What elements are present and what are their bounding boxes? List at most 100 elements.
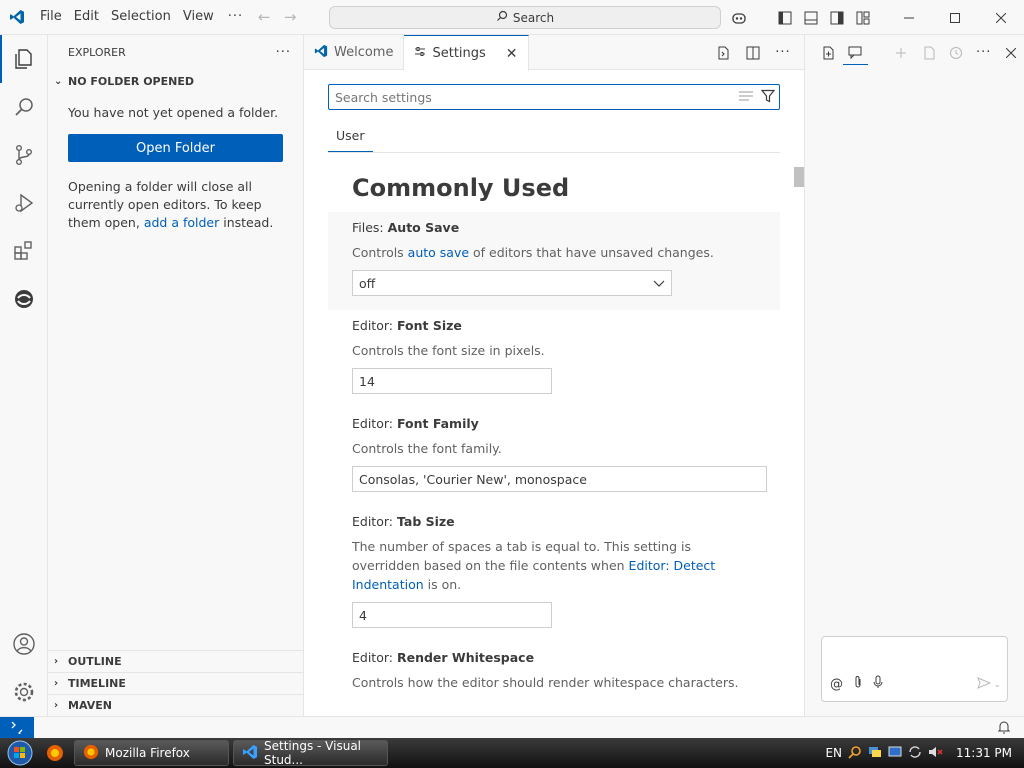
split-editor-icon[interactable] — [740, 42, 766, 64]
command-center-search[interactable]: Search — [329, 6, 721, 29]
settings-list[interactable]: Commonly Used Files: Auto Save Controls … — [328, 160, 780, 720]
menu-selection[interactable]: Selection — [105, 6, 177, 28]
extensions-icon[interactable] — [0, 227, 48, 275]
forward-arrow-icon[interactable]: → — [277, 8, 303, 26]
filter-icon[interactable] — [760, 89, 776, 106]
notifications-bell-icon[interactable] — [997, 720, 1011, 738]
add-folder-link[interactable]: add a folder — [144, 215, 219, 230]
tab-size-input[interactable]: 4 — [352, 602, 552, 628]
setting-desc-prefix: Controls — [352, 245, 408, 260]
section-label: MAVEN — [68, 699, 112, 712]
setting-render-whitespace: Editor: Render Whitespace Controls how t… — [328, 642, 780, 714]
open-settings-json-icon[interactable] — [710, 42, 736, 64]
volume-muted-icon[interactable] — [928, 745, 944, 762]
section-title: NO FOLDER OPENED — [68, 74, 194, 88]
close-window-button[interactable] — [978, 0, 1024, 35]
vscode-logo-icon — [242, 744, 258, 763]
system-tray: EN 11:31 PM — [825, 738, 1024, 768]
history-icon[interactable] — [943, 41, 969, 65]
setting-auto-save: Files: Auto Save Controls auto save of e… — [328, 212, 780, 310]
more-actions-icon[interactable]: ··· — [971, 41, 997, 65]
source-control-icon[interactable] — [0, 131, 48, 179]
explorer-icon[interactable] — [0, 35, 48, 83]
chevron-down-icon: ⌄ — [54, 75, 63, 87]
setting-category: Editor: — [352, 514, 397, 529]
setting-tab-size: Editor: Tab Size The number of spaces a … — [328, 506, 780, 642]
close-panel-icon[interactable] — [998, 41, 1024, 65]
toggle-secondary-sidebar-icon[interactable] — [824, 7, 850, 29]
start-button-icon[interactable] — [0, 738, 40, 768]
copilot-icon[interactable] — [726, 7, 752, 29]
manage-gear-icon[interactable] — [0, 668, 48, 716]
language-indicator[interactable]: EN — [825, 746, 842, 760]
customize-layout-icon[interactable] — [850, 7, 876, 29]
sync-icon[interactable] — [908, 745, 922, 762]
setting-name: Auto Save — [387, 220, 460, 235]
attach-paperclip-icon[interactable] — [853, 675, 863, 693]
editor-tabs: Welcome Settings ✕ ··· — [304, 35, 804, 71]
auto-save-dropdown[interactable]: off — [352, 270, 672, 296]
menu-more[interactable]: ··· — [220, 6, 251, 28]
toggle-primary-sidebar-icon[interactable] — [772, 7, 798, 29]
run-debug-icon[interactable] — [0, 179, 48, 227]
timeline-section-header[interactable]: › TIMELINE — [48, 672, 303, 694]
tab-settings[interactable]: Settings ✕ — [404, 35, 529, 71]
chevron-right-icon: › — [54, 700, 59, 711]
auto-save-link[interactable]: auto save — [408, 245, 469, 260]
add-icon[interactable] — [888, 41, 914, 65]
setting-font-family: Editor: Font Family Controls the font fa… — [328, 408, 780, 506]
folder-info-text: Opening a folder will close all currentl… — [68, 178, 283, 232]
section-label: TIMELINE — [68, 677, 126, 690]
accounts-icon[interactable] — [0, 620, 48, 668]
group-title: Commonly Used — [352, 174, 570, 202]
setting-desc-suffix: of editors that have unsaved changes. — [469, 245, 714, 260]
outline-section-header[interactable]: › OUTLINE — [48, 650, 303, 672]
open-folder-button[interactable]: Open Folder — [68, 134, 283, 162]
font-family-input[interactable]: Consolas, 'Courier New', monospace — [352, 466, 767, 492]
menu-file[interactable]: File — [34, 6, 68, 28]
back-arrow-icon[interactable]: ← — [251, 8, 277, 26]
setting-font-size: Editor: Font Size Controls the font size… — [328, 310, 780, 408]
minimize-button[interactable] — [886, 0, 932, 35]
setting-category: Editor: — [352, 318, 397, 333]
section-label: OUTLINE — [68, 655, 122, 668]
network-icon[interactable] — [868, 745, 882, 762]
taskbar-firefox[interactable]: Mozilla Firefox — [74, 740, 229, 766]
firefox-quicklaunch-icon[interactable] — [40, 744, 70, 762]
chat-icon[interactable] — [842, 41, 869, 65]
search-tray-icon[interactable] — [848, 745, 862, 762]
taskbar-vscode[interactable]: Settings - Visual Stud... — [233, 739, 388, 767]
chevron-down-icon — [653, 276, 665, 291]
send-icon[interactable] — [977, 677, 992, 693]
search-settings-input[interactable]: Search settings — [328, 84, 780, 110]
edit-file-icon[interactable] — [916, 41, 942, 65]
explorer-sidebar: EXPLORER ··· ⌄ NO FOLDER OPENED You have… — [48, 35, 304, 716]
search-view-icon[interactable] — [0, 83, 48, 131]
chevron-down-icon[interactable]: ⌄ — [993, 680, 1001, 690]
toggle-panel-icon[interactable] — [798, 7, 824, 29]
title-bar: File Edit Selection View ··· ← → Search — [0, 0, 1024, 35]
clock[interactable]: 11:31 PM — [956, 746, 1012, 760]
menu-view[interactable]: View — [177, 6, 220, 28]
clear-filter-list-icon[interactable] — [739, 90, 753, 105]
maven-section-header[interactable]: › MAVEN — [48, 694, 303, 716]
microphone-icon[interactable] — [873, 675, 883, 693]
settings-scrollbar[interactable] — [794, 167, 804, 187]
no-folder-section-header[interactable]: ⌄ NO FOLDER OPENED — [48, 70, 303, 92]
font-size-input[interactable]: 14 — [352, 368, 552, 394]
remote-explorer-icon[interactable] — [0, 275, 48, 323]
chat-input-box[interactable]: @ ⌄ — [821, 636, 1008, 702]
maximize-button[interactable] — [932, 0, 978, 35]
chevron-right-icon: › — [54, 656, 59, 667]
more-actions-icon[interactable]: ··· — [770, 42, 796, 64]
close-tab-icon[interactable]: ✕ — [506, 46, 518, 62]
menu-edit[interactable]: Edit — [68, 6, 105, 28]
tab-user-settings[interactable]: User — [328, 122, 373, 152]
sidebar-more-actions[interactable]: ··· — [276, 45, 291, 60]
setting-name: Tab Size — [396, 514, 455, 529]
display-icon[interactable] — [888, 745, 902, 762]
at-mention-icon[interactable]: @ — [830, 677, 843, 692]
tab-welcome[interactable]: Welcome — [304, 35, 405, 70]
remote-indicator-icon[interactable] — [0, 717, 34, 739]
new-file-icon[interactable] — [815, 41, 841, 65]
